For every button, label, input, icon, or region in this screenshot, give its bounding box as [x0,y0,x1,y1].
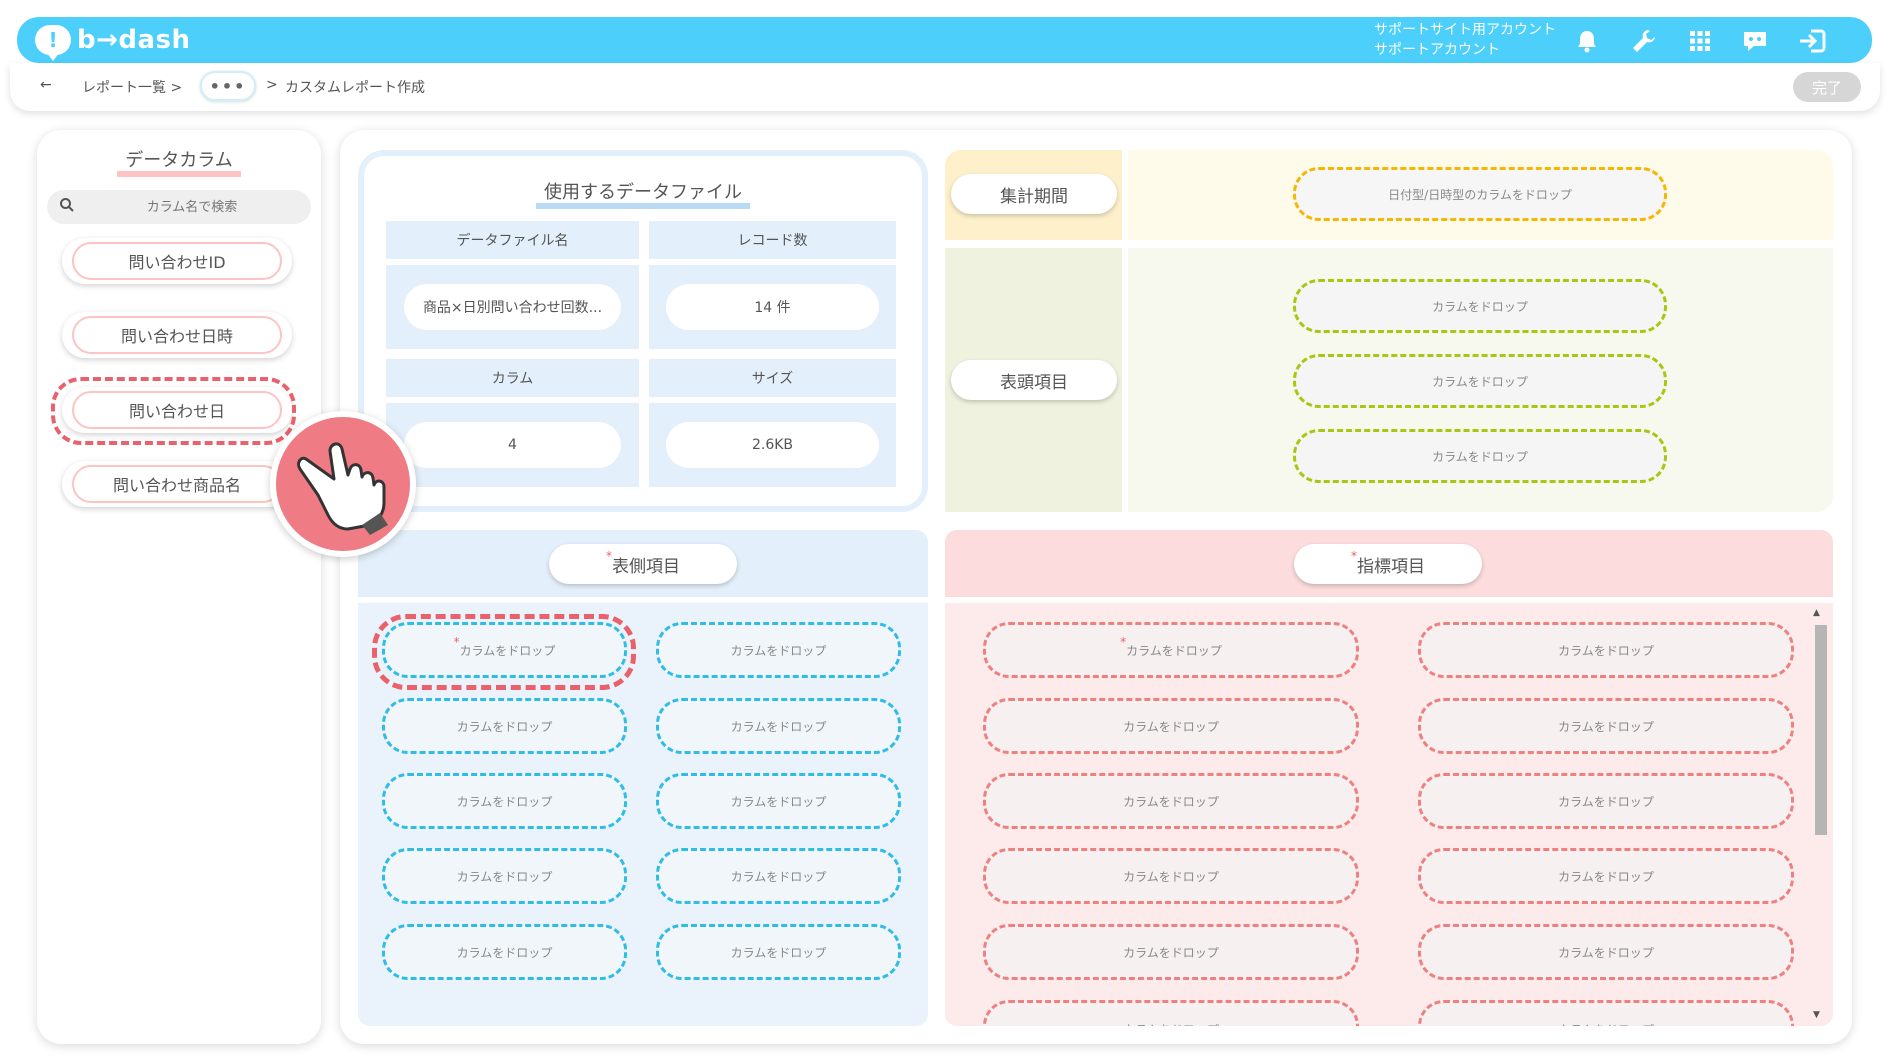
column-item[interactable]: 問い合わせID [62,238,292,284]
row-drop-zone[interactable]: カラムをドロップ [656,848,901,904]
metric-drop-zone[interactable]: カラムをドロップ [983,848,1359,904]
metric-drop-zone[interactable]: カラムをドロップ [983,1000,1359,1026]
done-button[interactable]: 完了 [1793,72,1861,102]
row-drop-zone[interactable]: カラムをドロップ [656,622,901,678]
required-mark: * [606,549,612,563]
row-drop-zone[interactable]: カラムをドロップ [382,698,627,754]
record-count-cell: 14 件 [649,265,896,349]
metric-drop-zone[interactable]: * カラムをドロップ [983,622,1359,678]
bell-icon[interactable] [1572,27,1602,55]
column-search[interactable] [47,190,311,224]
breadcrumb: ← レポート一覧 > ••• > カスタムレポート作成 完了 [10,63,1880,111]
data-file-title: 使用するデータファイル [364,178,922,209]
logo-bubble-icon: ! [35,25,71,61]
metric-drop-zone[interactable]: カラムをドロップ [983,924,1359,980]
table-header-label: 表頭項目 [951,360,1117,400]
file-name-header: データファイル名 [386,221,639,259]
app-header: ! b→dash サポートサイト用アカウント サポートアカウント [17,17,1872,63]
table-header-drop-zone[interactable]: カラムをドロップ [1293,429,1667,483]
row-drop-zone[interactable]: カラムをドロップ [382,848,627,904]
hand-pointer-icon [270,411,416,557]
metric-drop-zone[interactable]: カラムをドロップ [983,698,1359,754]
data-column-panel: データカラム 問い合わせID 問い合わせ日時 問い合わせ日 問い合わせ商品名 [37,130,321,1044]
table-header-drop-zone[interactable]: カラムをドロップ [1293,279,1667,333]
account-name-line1: サポートサイト用アカウント [1374,22,1556,38]
column-item[interactable]: 問い合わせ商品名 [62,461,292,507]
period-label: 集計期間 [951,174,1117,214]
period-drop-zone[interactable]: 日付型/日時型のカラムをドロップ [1293,167,1667,221]
row-drop-zone[interactable]: カラムをドロップ [382,924,627,980]
scroll-up-icon[interactable]: ▲ [1813,608,1820,618]
metric-drop-zone[interactable]: カラムをドロップ [1418,924,1794,980]
metric-drop-zone[interactable]: カラムをドロップ [1418,773,1794,829]
metric-overflow-row: カラムをドロップ カラムをドロップ [945,1000,1810,1026]
row-drop-zone[interactable]: カラムをドロップ [656,698,901,754]
back-button[interactable]: ← [40,77,52,93]
column-item[interactable]: 問い合わせ日時 [62,312,292,358]
drag-source-highlight [51,377,296,445]
scroll-down-icon[interactable]: ▼ [1813,1010,1820,1020]
panel-title: データカラム [37,146,321,177]
metric-drop-zone[interactable]: カラムをドロップ [1418,698,1794,754]
drop-target-highlight [372,614,636,690]
table-header-drop-zone[interactable]: カラムをドロップ [1293,354,1667,408]
row-drop-zone[interactable]: カラムをドロップ [656,924,901,980]
metric-drop-zone[interactable]: カラムをドロップ [1418,1000,1794,1026]
column-count-header: カラム [386,359,639,397]
metric-drop-zone[interactable]: カラムをドロップ [1418,848,1794,904]
record-count-header: レコード数 [649,221,896,259]
required-mark: * [1120,635,1127,649]
search-icon [59,197,75,217]
row-items-label: * 表側項目 [549,544,737,584]
grid-icon[interactable] [1685,27,1715,55]
row-drop-zone[interactable]: カラムをドロップ [382,773,627,829]
size-header: サイズ [649,359,896,397]
breadcrumb-separator: > [266,77,278,93]
support-chat-icon[interactable] [1740,27,1770,55]
row-drop-zone[interactable]: カラムをドロップ [656,773,901,829]
metric-items-label: * 指標項目 [1294,544,1482,584]
account-name-line2: サポートアカウント [1374,42,1500,58]
column-count-cell: 4 [386,403,639,487]
account-info[interactable]: サポートサイト用アカウント サポートアカウント [1374,20,1556,60]
required-mark: * [1351,549,1357,563]
file-name-value: 商品×日別問い合わせ回数... [403,284,622,330]
breadcrumb-current: カスタムレポート作成 [285,80,425,96]
logout-icon[interactable] [1797,27,1827,55]
size-cell: 2.6KB [649,403,896,487]
logo[interactable]: ! b→dash [35,24,191,61]
search-input[interactable] [87,190,297,224]
metrics-scrollbar-thumb[interactable] [1815,625,1827,835]
logo-text: b→dash [77,25,191,55]
metric-drop-zone[interactable]: カラムをドロップ [1418,622,1794,678]
file-name-cell: 商品×日別問い合わせ回数... [386,265,639,349]
breadcrumb-more-button[interactable]: ••• [200,71,256,101]
data-file-card: 使用するデータファイル データファイル名 レコード数 商品×日別問い合わせ回数.… [358,150,928,512]
column-count-value: 4 [403,422,622,468]
wrench-icon[interactable] [1629,27,1659,55]
record-count-value: 14 件 [666,284,879,330]
metric-drop-zone[interactable]: カラムをドロップ [983,773,1359,829]
size-value: 2.6KB [666,422,879,468]
breadcrumb-report-list[interactable]: レポート一覧 > [82,77,182,97]
